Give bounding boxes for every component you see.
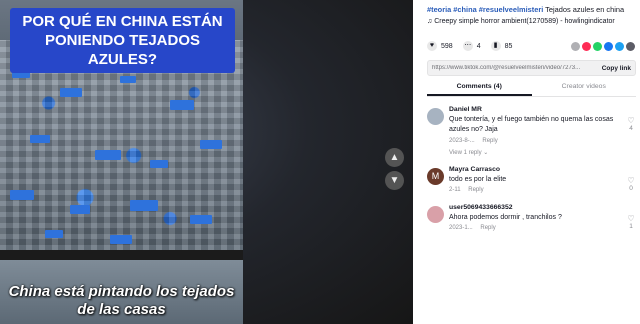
comment-like[interactable]: ♡ 0 (626, 176, 636, 192)
bookmark-icon[interactable]: ▮ (490, 41, 501, 51)
facebook-icon[interactable] (604, 41, 613, 51)
description-text: Tejados azules en china (543, 5, 625, 14)
comment-date: 2023-8-... (449, 138, 475, 144)
heart-outline-icon[interactable]: ♡ (626, 116, 636, 125)
comment-item: M Mayra Carrasco todo es por la elite 2-… (427, 166, 636, 202)
panel-tabs: Comments (4) Creator videos (427, 83, 636, 97)
stats-row: ♥ 598 ⋯ 4 ▮ 85 (427, 39, 635, 53)
reply-button[interactable]: Reply (480, 225, 495, 231)
share-url-bar: https://www.tiktok.com/@resuelveelmister… (427, 60, 636, 76)
comment-meta: 2-11 Reply (449, 187, 490, 193)
twitter-icon[interactable] (615, 41, 624, 51)
comment-icon[interactable]: ⋯ (462, 41, 473, 51)
avatar[interactable] (427, 108, 444, 125)
post-description: #teoria #china #resuelveelmisteri Tejado… (427, 5, 635, 15)
comment-date: 2-11 (449, 187, 461, 193)
video-stage[interactable]: POR QUÉ EN CHINA ESTÁN PONIENDO TEJADOS … (0, 0, 413, 324)
save-count: 85 (504, 42, 513, 50)
whatsapp-icon[interactable] (593, 41, 602, 51)
comment-like-count: 4 (629, 125, 633, 132)
comment-author[interactable]: user5069433666352 (449, 204, 513, 211)
comment-author[interactable]: Mayra Carrasco (449, 166, 500, 173)
more-share-icon[interactable] (626, 41, 635, 51)
comment-like-count: 1 (629, 223, 633, 230)
heart-icon[interactable]: ♥ (427, 41, 437, 51)
comment-like-count: 0 (629, 185, 633, 192)
save-stat[interactable]: ▮ 85 (490, 41, 513, 51)
reply-button[interactable]: Reply (468, 187, 483, 193)
info-panel: #teoria #china #resuelveelmisteri Tejado… (413, 0, 640, 324)
music-note-icon: ♫ (427, 18, 433, 25)
comment-text: todo es por la elite (449, 176, 507, 183)
music-title[interactable]: Creepy simple horror ambient(1270589) - … (434, 18, 615, 25)
video-overlay-title: POR QUÉ EN CHINA ESTÁN PONIENDO TEJADOS … (10, 8, 235, 73)
chevron-up-icon: ▲ (389, 152, 400, 163)
video-caption: China está pintando los tejados de las c… (8, 283, 235, 318)
comment-date: 2023-1... (449, 225, 473, 231)
reply-button[interactable]: Reply (482, 138, 497, 144)
comment-item: user5069433666352 Ahora podemos dormir ,… (427, 204, 636, 240)
send-icon[interactable] (582, 41, 591, 51)
comment-author[interactable]: Daniel MR (449, 106, 482, 113)
comment-meta: 2023-8-... Reply (449, 138, 504, 144)
avatar[interactable] (427, 206, 444, 223)
share-url[interactable]: https://www.tiktok.com/@resuelveelmister… (432, 65, 602, 71)
hashtags[interactable]: #teoria #china #resuelveelmisteri (427, 5, 543, 14)
comment-stat[interactable]: ⋯ 4 (462, 41, 481, 51)
comment-text: Que tontería, y el fuego también no quem… (449, 116, 614, 133)
copy-link-button[interactable]: Copy link (602, 65, 631, 72)
like-count: 598 (441, 42, 453, 50)
tab-comments[interactable]: Comments (4) (427, 83, 532, 96)
comment-count: 4 (476, 42, 481, 50)
comment-like[interactable]: ♡ 1 (626, 214, 636, 230)
share-icons (569, 41, 635, 51)
view-replies-button[interactable]: View 1 reply ⌄ (449, 149, 488, 156)
heart-outline-icon[interactable]: ♡ (626, 214, 636, 223)
embed-icon[interactable] (571, 41, 580, 51)
avatar[interactable]: M (427, 168, 444, 185)
video-frame[interactable]: POR QUÉ EN CHINA ESTÁN PONIENDO TEJADOS … (0, 0, 243, 324)
previous-video-button[interactable]: ▲ (385, 148, 404, 167)
heart-outline-icon[interactable]: ♡ (626, 176, 636, 185)
chevron-down-icon: ▼ (389, 175, 400, 186)
comment-meta: 2023-1... Reply (449, 225, 502, 231)
comment-item: Daniel MR Que tontería, y el fuego tambi… (427, 106, 636, 161)
video-split-divider (0, 250, 243, 260)
next-video-button[interactable]: ▼ (385, 171, 404, 190)
comment-like[interactable]: ♡ 4 (626, 116, 636, 132)
like-stat[interactable]: ♥ 598 (427, 41, 453, 51)
tab-creator-videos[interactable]: Creator videos (532, 83, 637, 96)
comment-text: Ahora podemos dormir , tranchilos ? (449, 214, 562, 221)
music-row[interactable]: ♫ Creepy simple horror ambient(1270589) … (427, 17, 635, 26)
